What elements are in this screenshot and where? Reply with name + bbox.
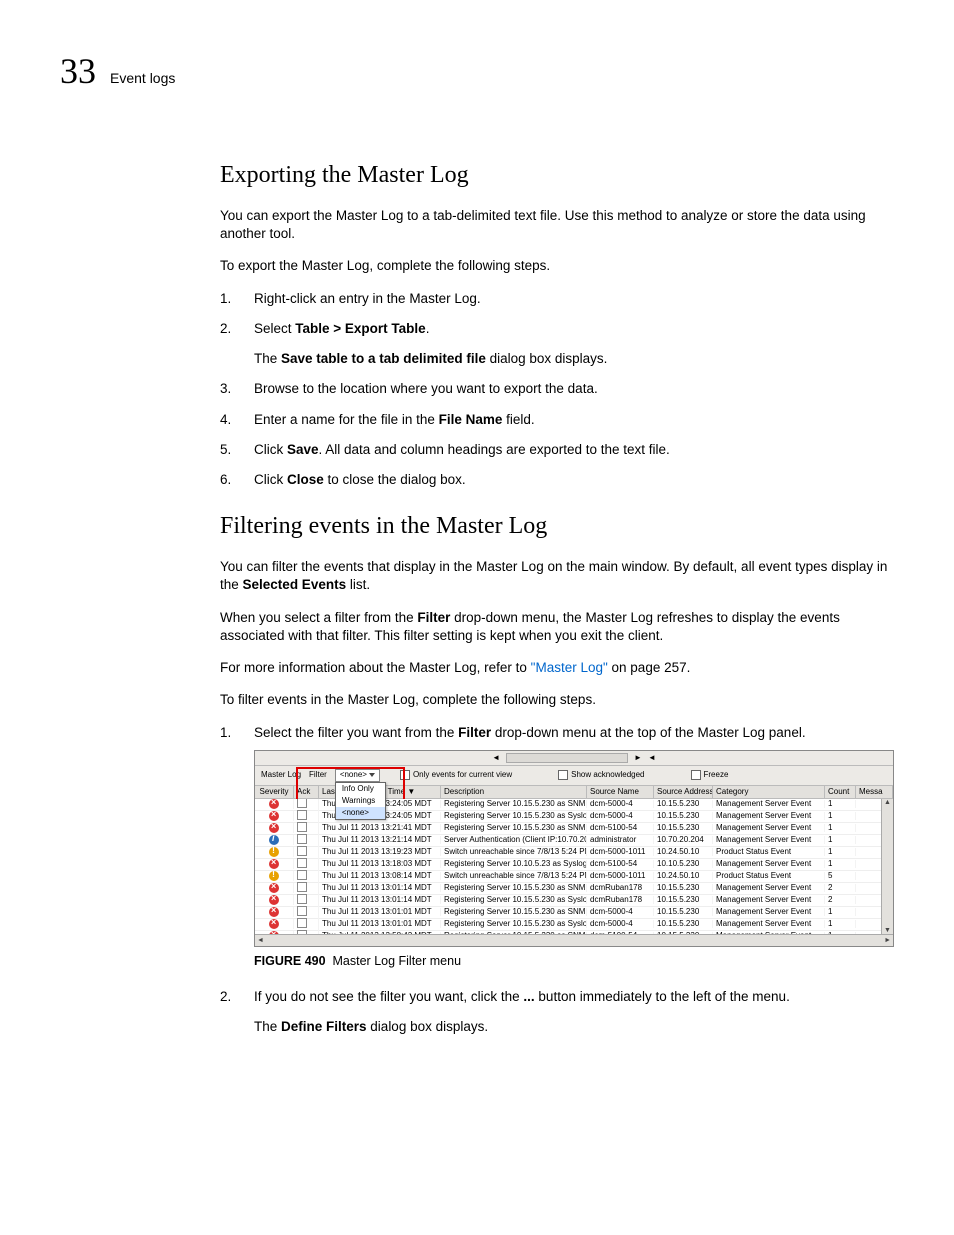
show-ack-checkbox[interactable]: Show acknowledged bbox=[558, 770, 644, 780]
filter-steps-list: Select the filter you want from the Filt… bbox=[220, 724, 894, 1037]
ack-checkbox[interactable] bbox=[297, 882, 307, 892]
error-icon bbox=[269, 883, 279, 893]
table-row[interactable]: Thu Jul 11 2013 13:21:14 MDTServer Authe… bbox=[255, 835, 893, 847]
list-item: Right-click an entry in the Master Log. bbox=[220, 290, 894, 308]
table-row[interactable]: Thu Jul 11 2013 13:01:01 MDTRegistering … bbox=[255, 907, 893, 919]
table-row[interactable]: Thu Jul 11 2013 12:58:42 MDTRegistering … bbox=[255, 931, 893, 934]
paragraph: To export the Master Log, complete the f… bbox=[220, 257, 894, 275]
only-current-checkbox[interactable]: Only events for current view bbox=[400, 770, 512, 780]
table-row[interactable]: Thu Jul 11 2013 13:21:41 MDTRegistering … bbox=[255, 823, 893, 835]
list-item: Select the filter you want from the Filt… bbox=[220, 724, 894, 970]
table-row[interactable]: Thu Jul 11 2013 13:01:01 MDTRegistering … bbox=[255, 919, 893, 931]
ack-checkbox[interactable] bbox=[297, 834, 307, 844]
list-item: Browse to the location where you want to… bbox=[220, 380, 894, 398]
filter-label: Filter bbox=[309, 771, 327, 779]
paragraph: When you select a filter from the Filter… bbox=[220, 609, 894, 645]
table-row[interactable]: Thu Jul 11 2013 13:01:14 MDTRegistering … bbox=[255, 883, 893, 895]
ack-checkbox[interactable] bbox=[297, 894, 307, 904]
page-header: 33 Event logs bbox=[60, 50, 894, 92]
list-item: Click Close to close the dialog box. bbox=[220, 471, 894, 489]
paragraph: To filter events in the Master Log, comp… bbox=[220, 691, 894, 709]
ack-checkbox[interactable] bbox=[297, 858, 307, 868]
paragraph: You can export the Master Log to a tab-d… bbox=[220, 207, 894, 243]
ack-checkbox[interactable] bbox=[297, 799, 307, 809]
table-row[interactable]: Thu Jul 11 2013 13:08:14 MDTSwitch unrea… bbox=[255, 871, 893, 883]
figure-490: ◄► ◄ Master Log Filter <none> Info Only … bbox=[254, 750, 894, 970]
link-master-log[interactable]: "Master Log" bbox=[531, 660, 608, 675]
info-icon bbox=[269, 835, 279, 845]
col-source-address[interactable]: Source Address bbox=[654, 786, 713, 798]
list-item: Click Save. All data and column headings… bbox=[220, 441, 894, 459]
paragraph: You can filter the events that display i… bbox=[220, 558, 894, 594]
horizontal-scrollbar[interactable]: ◄► bbox=[255, 934, 893, 946]
col-category[interactable]: Category bbox=[713, 786, 825, 798]
error-icon bbox=[269, 907, 279, 917]
col-message[interactable]: Messa bbox=[856, 786, 893, 798]
filter-dropdown-menu[interactable]: Info Only Warnings <none> bbox=[335, 782, 387, 820]
list-item: Enter a name for the file in the File Na… bbox=[220, 411, 894, 429]
list-item: If you do not see the filter you want, c… bbox=[220, 988, 894, 1036]
col-count[interactable]: Count bbox=[825, 786, 856, 798]
chapter-label: Event logs bbox=[110, 70, 175, 86]
ack-checkbox[interactable] bbox=[297, 822, 307, 832]
warning-icon bbox=[269, 871, 279, 881]
tab-master-log[interactable]: Master Log bbox=[261, 771, 301, 779]
chapter-number: 33 bbox=[60, 50, 96, 92]
export-steps-list: Right-click an entry in the Master Log. … bbox=[220, 290, 894, 490]
col-source-name[interactable]: Source Name bbox=[587, 786, 654, 798]
col-ack[interactable]: Ack bbox=[294, 786, 319, 798]
figure-caption: FIGURE 490 Master Log Filter menu bbox=[254, 953, 894, 970]
warning-icon bbox=[269, 847, 279, 857]
ack-checkbox[interactable] bbox=[297, 810, 307, 820]
table-row[interactable]: Thu Jul 11 2013 13:18:03 MDTRegistering … bbox=[255, 859, 893, 871]
error-icon bbox=[269, 919, 279, 929]
paragraph: For more information about the Master Lo… bbox=[220, 659, 894, 677]
filter-option[interactable]: Info Only bbox=[336, 783, 386, 795]
ack-checkbox[interactable] bbox=[297, 846, 307, 856]
screenshot-topbar: ◄► ◄ bbox=[255, 751, 893, 766]
filter-dropdown[interactable]: <none> Info Only Warnings <none> bbox=[335, 769, 380, 782]
error-icon bbox=[269, 799, 279, 809]
list-item: Select Table > Export Table. The Save ta… bbox=[220, 320, 894, 368]
chevron-down-icon bbox=[369, 773, 375, 777]
section-heading-exporting: Exporting the Master Log bbox=[220, 162, 894, 189]
col-severity[interactable]: Severity bbox=[255, 786, 294, 798]
table-row[interactable]: Thu Jul 11 2013 13:01:14 MDTRegistering … bbox=[255, 895, 893, 907]
vertical-scrollbar[interactable]: ▲▼ bbox=[881, 799, 893, 934]
ack-checkbox[interactable] bbox=[297, 918, 307, 928]
error-icon bbox=[269, 811, 279, 821]
error-icon bbox=[269, 931, 279, 934]
screenshot-toolbar: Master Log Filter <none> Info Only Warni… bbox=[255, 766, 893, 786]
section-heading-filtering: Filtering events in the Master Log bbox=[220, 513, 894, 540]
ack-checkbox[interactable] bbox=[297, 870, 307, 880]
table-row[interactable]: Thu Jul 11 2013 13:19:23 MDTSwitch unrea… bbox=[255, 847, 893, 859]
error-icon bbox=[269, 823, 279, 833]
filter-option[interactable]: <none> bbox=[336, 807, 386, 819]
screenshot-master-log: ◄► ◄ Master Log Filter <none> Info Only … bbox=[254, 750, 894, 947]
freeze-checkbox[interactable]: Freeze bbox=[691, 770, 729, 780]
ack-checkbox[interactable] bbox=[297, 906, 307, 916]
col-description[interactable]: Description bbox=[441, 786, 587, 798]
error-icon bbox=[269, 895, 279, 905]
ack-checkbox[interactable] bbox=[297, 930, 307, 934]
filter-option[interactable]: Warnings bbox=[336, 795, 386, 807]
error-icon bbox=[269, 859, 279, 869]
